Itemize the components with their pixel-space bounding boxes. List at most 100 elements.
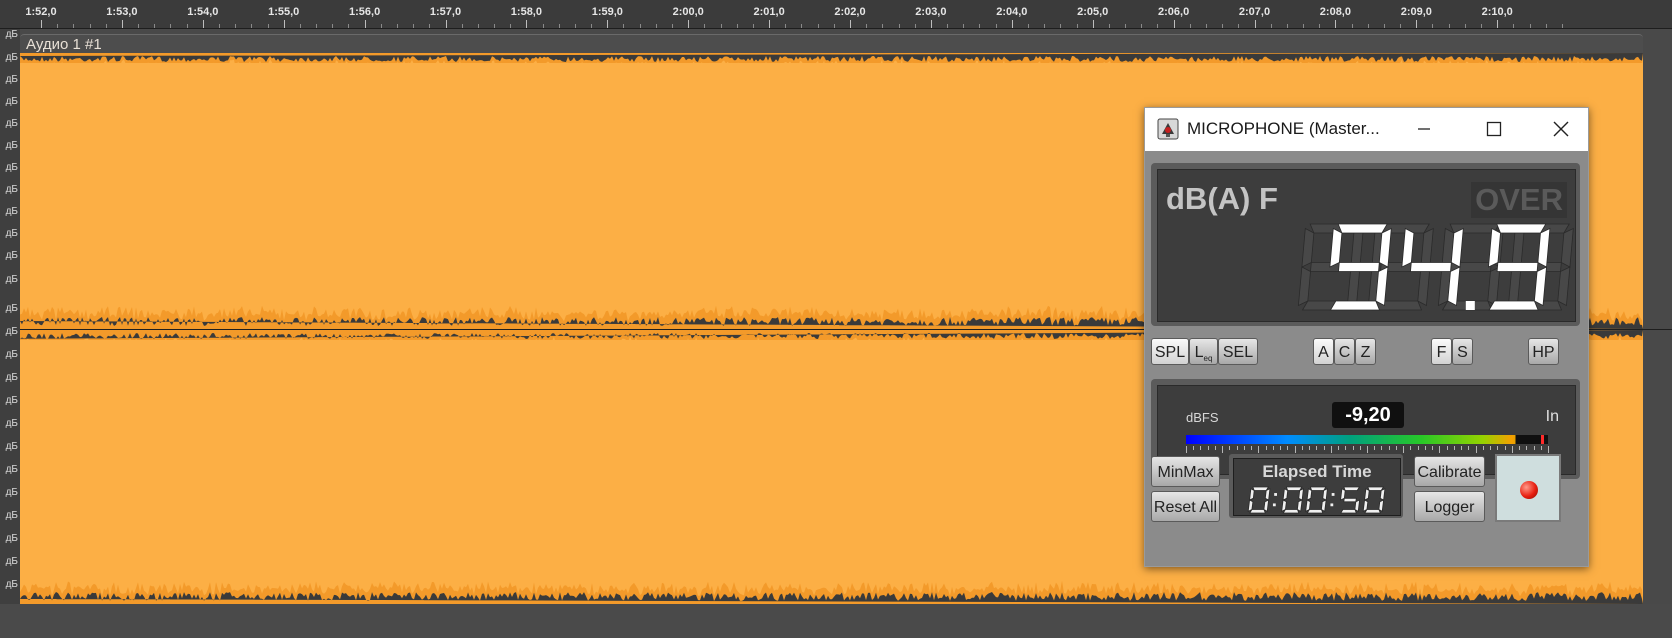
window-title: MICROPHONE (Master...	[1187, 119, 1380, 138]
digit-segment	[1322, 488, 1328, 501]
meter-tick	[1330, 446, 1332, 453]
timeline-minor-tick	[461, 24, 463, 28]
digit-segment	[1281, 499, 1287, 512]
meter-tick	[1395, 446, 1397, 450]
digit-segment	[1367, 486, 1385, 491]
timeline-minor-tick	[57, 24, 59, 28]
timeline-tick-label: 1:54,0	[187, 6, 219, 18]
db-scale-label: дБ	[5, 140, 18, 151]
track-header[interactable]: Аудио 1 #1	[20, 34, 1643, 54]
db-scale-label: дБ	[5, 395, 18, 406]
db-scale-label: дБ	[5, 250, 18, 261]
sel-button[interactable]: SEL	[1218, 338, 1258, 365]
digit-segment	[1350, 227, 1364, 268]
close-button[interactable]	[1538, 112, 1584, 146]
timeline-minor-tick	[882, 24, 884, 28]
meter-tick	[1497, 446, 1499, 450]
digit-segment	[1379, 488, 1386, 501]
waveform-top-edge	[20, 53, 1643, 63]
timeline-minor-tick	[1222, 24, 1224, 28]
digit-segment	[1410, 262, 1452, 272]
meter-tick	[1200, 446, 1202, 450]
timeline-minor-tick	[1027, 24, 1029, 28]
weighting-c-button[interactable]: C	[1334, 338, 1355, 365]
timeline-major-tick	[1173, 20, 1175, 28]
timeline-major-tick	[364, 20, 366, 28]
elapsed-time-value	[1247, 486, 1386, 514]
track-title: Аудио 1 #1	[26, 36, 102, 53]
timeline-minor-tick	[866, 24, 868, 28]
db-scale-label: дБ	[5, 228, 18, 239]
timeline-minor-tick	[1545, 24, 1547, 28]
logger-button[interactable]: Logger	[1414, 491, 1485, 522]
meter-tick	[1301, 446, 1303, 450]
timeline-minor-tick	[299, 24, 301, 28]
minmax-button[interactable]: MinMax	[1151, 456, 1220, 487]
digit-segment	[1337, 223, 1388, 234]
weighting-z-button[interactable]: Z	[1355, 338, 1376, 365]
timeline-major-tick	[850, 20, 851, 28]
minimize-button[interactable]	[1401, 112, 1447, 146]
waveform-bottom-edge	[20, 580, 1643, 604]
digit-segment	[1338, 262, 1380, 272]
meter-tick	[1345, 446, 1347, 450]
level-display: dB(A) F OVER	[1151, 163, 1580, 326]
digit-segment	[1305, 499, 1311, 512]
input-level-readout: -9,20	[1332, 402, 1404, 428]
leq-button[interactable]: Leq	[1189, 338, 1218, 365]
timeline-major-tick	[1416, 20, 1418, 28]
weighting-a-button[interactable]: A	[1313, 338, 1334, 365]
timeline-minor-tick	[170, 24, 172, 28]
timeline-minor-tick	[914, 24, 916, 28]
digit-segment	[1496, 223, 1547, 234]
microphone-app-icon	[1157, 118, 1179, 140]
meter-tick	[1222, 446, 1224, 453]
timeline-minor-tick	[1157, 24, 1159, 28]
minimize-icon	[1418, 128, 1430, 130]
bottom-gutter	[0, 604, 1672, 638]
spl-button[interactable]: SPL	[1151, 338, 1189, 365]
timeline-minor-tick	[963, 24, 965, 28]
input-source-label: In	[1545, 408, 1559, 425]
digit-segment	[1364, 488, 1370, 501]
timeline-tick-label: 2:05,0	[1077, 6, 1109, 18]
digit-segment	[1488, 300, 1539, 311]
timeline-minor-tick	[348, 24, 350, 28]
timeline-minor-tick	[801, 24, 803, 28]
meter-tick	[1453, 446, 1455, 450]
fast-button[interactable]: F	[1431, 338, 1452, 365]
timeline-minor-tick	[542, 24, 544, 28]
db-scale-label: дБ	[5, 487, 18, 498]
timeline-major-tick	[1254, 20, 1256, 28]
timeline-tick-label: 2:06,0	[1157, 6, 1190, 18]
timeline-major-tick	[930, 20, 932, 28]
digit-segment	[1263, 499, 1270, 512]
timeline-ruler[interactable]: 1:52,0 1:53,0 1:54,0 1:55,0 1:56,0 1:57,0 1:58…	[0, 0, 1672, 29]
meter-tick	[1193, 446, 1195, 450]
timeline-minor-tick	[138, 24, 140, 28]
timeline-major-tick	[526, 20, 528, 28]
sound-level-meter-window[interactable]: MICROPHONE (Master... dB(A) F OVER SPL L…	[1144, 107, 1589, 567]
timeline-minor-tick	[1367, 24, 1369, 28]
timeline-minor-tick	[1205, 24, 1207, 28]
meter-tick	[1388, 446, 1390, 450]
timeline-minor-tick	[154, 24, 156, 28]
timeline-major-tick	[202, 20, 204, 28]
hp-button[interactable]: HP	[1528, 338, 1559, 365]
maximize-button[interactable]	[1471, 112, 1517, 146]
meter-tick	[1338, 446, 1340, 450]
meter-tick	[1526, 446, 1528, 450]
record-button[interactable]	[1495, 454, 1561, 522]
digit-segment	[1401, 227, 1415, 268]
calibrate-button[interactable]: Calibrate	[1414, 456, 1485, 487]
slow-button[interactable]: S	[1452, 338, 1473, 365]
meter-tick	[1482, 446, 1484, 450]
meter-tick	[1236, 446, 1238, 450]
timeline-tick-label: 1:57,0	[429, 6, 462, 18]
window-titlebar[interactable]: MICROPHONE (Master...	[1145, 108, 1588, 151]
timeline-minor-tick	[1351, 24, 1353, 28]
colon-dot	[1272, 503, 1276, 507]
reset-all-button[interactable]: Reset All	[1151, 491, 1220, 522]
timeline-minor-tick	[1561, 24, 1563, 28]
digit-segment	[1347, 266, 1361, 307]
